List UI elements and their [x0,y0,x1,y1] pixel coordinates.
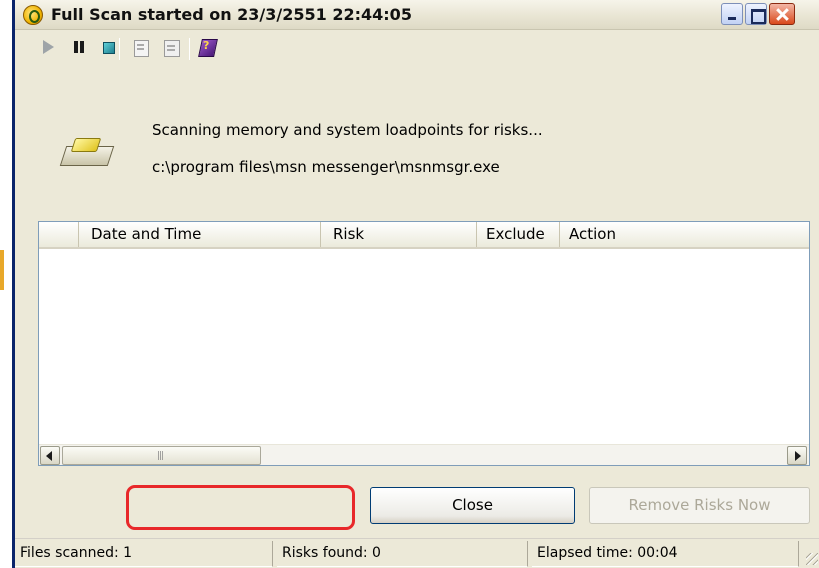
resize-grip-icon[interactable] [806,553,818,565]
status-bar: Files scanned: 1 Risks found: 0 Elapsed … [15,538,819,568]
properties-icon[interactable] [131,37,151,57]
scanner-glass [70,138,102,152]
help-book-icon[interactable] [197,37,217,57]
toolbar-separator [189,38,190,60]
current-file-path: c:\program files\msn messenger\msnmsgr.e… [152,158,500,176]
stop-icon[interactable] [98,37,118,57]
minimize-button[interactable] [721,3,743,25]
pause-icon[interactable] [69,37,89,57]
toolbar-separator [119,38,120,60]
risks-found-status: Risks found: 0 [277,541,528,567]
scroll-grip-icon: ||| [157,451,164,461]
results-list[interactable]: Date and Time Risk Exclude Action I ||| [38,221,810,466]
scroll-right-button[interactable] [787,446,807,465]
highlight-annotation [126,485,355,530]
scroll-left-button[interactable] [40,446,60,465]
close-button[interactable]: Close [370,487,575,524]
edge-marker [0,250,4,290]
column-header-exclude[interactable]: Exclude [477,222,560,247]
column-header-date-time[interactable]: Date and Time [79,222,321,247]
scan-status-text: Scanning memory and system loadpoints fo… [152,121,543,139]
files-scanned-status: Files scanned: 1 [15,541,273,567]
column-header-risk[interactable]: Risk [321,222,477,247]
close-window-button[interactable] [769,3,795,25]
toolbar [15,30,819,64]
scan-window: Full Scan started on 23/3/2551 22:44:05 … [12,0,819,568]
desktop-edge [0,0,12,568]
list-header: Date and Time Risk Exclude Action I [39,222,809,249]
horizontal-scrollbar[interactable]: ||| [39,444,809,465]
column-header-action[interactable]: Action [560,222,809,247]
window-title: Full Scan started on 23/3/2551 22:44:05 [51,5,412,24]
remove-risks-button[interactable]: Remove Risks Now [589,487,810,524]
elapsed-time-status: Elapsed time: 00:04 [532,541,799,567]
play-icon[interactable] [39,37,59,57]
log-icon[interactable] [161,37,181,57]
column-header-icon[interactable] [39,222,79,247]
title-bar[interactable]: Full Scan started on 23/3/2551 22:44:05 [15,0,819,30]
app-icon [23,5,43,25]
scanner-icon [59,134,115,174]
scroll-thumb[interactable]: ||| [62,446,261,465]
maximize-button[interactable] [745,3,767,25]
